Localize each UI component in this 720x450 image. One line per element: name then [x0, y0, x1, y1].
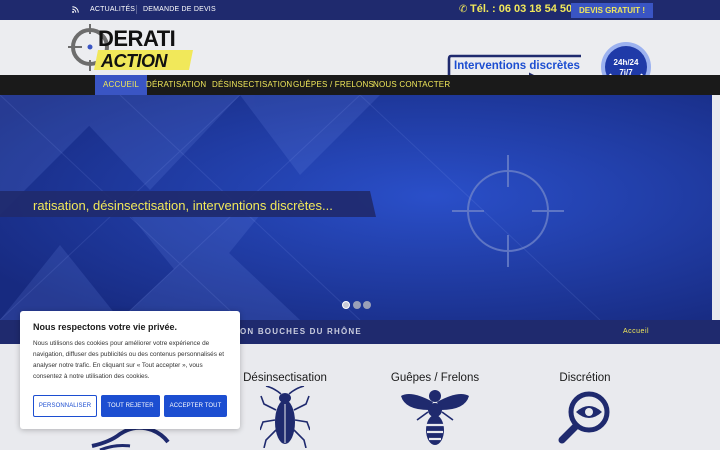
top-bar: ACTUALITÉS DEMANDE DE DEVIS ✆ Tél. : 06 … — [0, 0, 720, 20]
nav-item-accueil[interactable]: ACCUEIL — [95, 75, 148, 95]
topbar-link-demande-devis[interactable]: DEMANDE DE DEVIS — [143, 6, 216, 13]
site-header: DERATI ACTION Interventions discrètes ! … — [0, 20, 720, 92]
nav-item-contact[interactable]: NOUS CONTACTER — [373, 75, 450, 95]
magnifier-eye-icon — [558, 391, 610, 444]
phone-icon: ✆ — [459, 4, 468, 15]
slider-dot-1[interactable] — [342, 301, 350, 309]
cookie-title: Nous respectons votre vie privée. — [33, 322, 178, 332]
hero-slider[interactable]: ratisation, désinsectisation, interventi… — [0, 95, 720, 320]
service-title-discretion[interactable]: Discrétion — [515, 372, 655, 384]
slider-dot-2[interactable] — [353, 301, 361, 309]
cookie-consent-dialog: Nous respectons votre vie privée. Nous u… — [20, 311, 240, 429]
slider-dot-3[interactable] — [363, 301, 371, 309]
phone-number[interactable]: Tél. : 06 03 18 54 50 — [470, 3, 572, 15]
free-quote-button[interactable]: DEVIS GRATUIT ! — [571, 3, 653, 18]
reject-all-button[interactable]: TOUT REJETER — [101, 395, 160, 417]
site-logo[interactable]: DERATI ACTION — [68, 22, 198, 73]
nav-item-guepes-frelons[interactable]: GUÊPES / FRELONS — [293, 75, 374, 95]
interventions-label: Interventions discrètes ! — [454, 60, 583, 72]
hero-tagline: ratisation, désinsectisation, interventi… — [33, 198, 333, 213]
nav-item-deratisation[interactable]: DÉRATISATION — [146, 75, 206, 95]
location-text: ON BOUCHES DU RHÔNE — [240, 327, 362, 336]
service-title-guepes-frelons[interactable]: Guêpes / Frelons — [365, 372, 505, 384]
rss-icon[interactable] — [72, 6, 79, 13]
nav-item-desinsectisation[interactable]: DÉSINSECTISATION — [212, 75, 292, 95]
logo-text-derati: DERATI — [98, 26, 175, 51]
logo-text-action: ACTION — [100, 51, 168, 71]
topbar-link-actualites[interactable]: ACTUALITÉS — [90, 6, 135, 13]
divider — [136, 5, 137, 14]
customize-cookies-button[interactable]: PERSONNALISER — [33, 395, 97, 417]
wasp-icon — [401, 390, 469, 445]
cookie-text: Nous utilisons des cookies pour améliore… — [33, 340, 225, 380]
badge-line1: 24h/24 — [614, 58, 639, 67]
cockroach-icon — [260, 386, 310, 448]
main-nav: ACCUEIL DÉRATISATION DÉSINSECTISATION GU… — [0, 75, 720, 95]
accept-all-button[interactable]: ACCEPTER TOUT — [164, 395, 227, 417]
breadcrumb[interactable]: Accueil — [623, 328, 649, 335]
